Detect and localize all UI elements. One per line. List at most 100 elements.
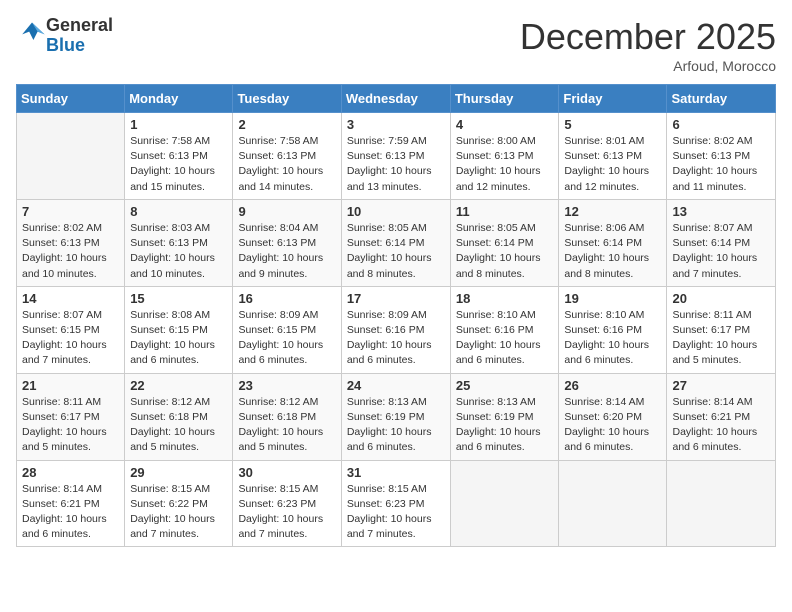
logo: General Blue <box>16 16 113 56</box>
calendar-cell: 6Sunrise: 8:02 AM Sunset: 6:13 PM Daylig… <box>667 113 776 200</box>
day-number: 8 <box>130 204 227 219</box>
calendar-day-header: Thursday <box>450 85 559 113</box>
calendar-cell: 22 Sunrise: 8:12 AM Sunset: 6:18 PM Dayli… <box>125 373 233 460</box>
calendar-cell: 3 Sunrise: 7:59 AM Sunset: 6:13 PM Daylig… <box>341 113 450 200</box>
day-number: 9 <box>238 204 335 219</box>
calendar-cell: 11Sunrise: 8:05 AM Sunset: 6:14 PM Dayli… <box>450 199 559 286</box>
calendar-day-header: Friday <box>559 85 667 113</box>
day-info: Sunrise: 8:10 AM Sunset: 6:16 PM Dayligh… <box>456 308 554 369</box>
calendar-cell <box>17 113 125 200</box>
day-number: 20 <box>672 291 770 306</box>
day-info: Sunrise: 8:14 AM Sunset: 6:21 PM Dayligh… <box>672 395 770 456</box>
day-number: 18 <box>456 291 554 306</box>
day-info: Sunrise: 8:00 AM Sunset: 6:13 PM Dayligh… <box>456 134 554 195</box>
calendar-cell: 26 Sunrise: 8:14 AM Sunset: 6:20 PM Dayli… <box>559 373 667 460</box>
calendar-day-header: Saturday <box>667 85 776 113</box>
day-number: 7 <box>22 204 119 219</box>
day-number: 13 <box>672 204 770 219</box>
day-info: Sunrise: 8:09 AM Sunset: 6:16 PM Dayligh… <box>347 308 445 369</box>
calendar-cell: 9 Sunrise: 8:04 AM Sunset: 6:13 PM Daylig… <box>233 199 341 286</box>
calendar-week-row: 7 Sunrise: 8:02 AM Sunset: 6:13 PM Daylig… <box>17 199 776 286</box>
month-title: December 2025 <box>520 16 776 58</box>
day-info: Sunrise: 8:13 AM Sunset: 6:19 PM Dayligh… <box>456 395 554 456</box>
calendar-header-row: SundayMondayTuesdayWednesdayThursdayFrid… <box>17 85 776 113</box>
day-number: 23 <box>238 378 335 393</box>
day-info: Sunrise: 8:01 AM Sunset: 6:13 PM Dayligh… <box>564 134 661 195</box>
calendar-cell: 12 Sunrise: 8:06 AM Sunset: 6:14 PM Dayli… <box>559 199 667 286</box>
day-info: Sunrise: 7:59 AM Sunset: 6:13 PM Dayligh… <box>347 134 445 195</box>
day-info: Sunrise: 8:10 AM Sunset: 6:16 PM Dayligh… <box>564 308 661 369</box>
calendar-cell: 29Sunrise: 8:15 AM Sunset: 6:22 PM Dayli… <box>125 460 233 547</box>
day-info: Sunrise: 8:02 AM Sunset: 6:13 PM Dayligh… <box>22 221 119 282</box>
calendar-cell: 25Sunrise: 8:13 AM Sunset: 6:19 PM Dayli… <box>450 373 559 460</box>
calendar-cell: 5 Sunrise: 8:01 AM Sunset: 6:13 PM Daylig… <box>559 113 667 200</box>
day-number: 29 <box>130 465 227 480</box>
calendar-body: 1 Sunrise: 7:58 AM Sunset: 6:13 PM Daylig… <box>17 113 776 547</box>
calendar-week-row: 28 Sunrise: 8:14 AM Sunset: 6:21 PM Dayli… <box>17 460 776 547</box>
calendar-day-header: Monday <box>125 85 233 113</box>
day-number: 24 <box>347 378 445 393</box>
calendar-cell: 30Sunrise: 8:15 AM Sunset: 6:23 PM Dayli… <box>233 460 341 547</box>
day-info: Sunrise: 8:06 AM Sunset: 6:14 PM Dayligh… <box>564 221 661 282</box>
day-number: 3 <box>347 117 445 132</box>
day-info: Sunrise: 8:03 AM Sunset: 6:13 PM Dayligh… <box>130 221 227 282</box>
calendar-cell: 1 Sunrise: 7:58 AM Sunset: 6:13 PM Daylig… <box>125 113 233 200</box>
calendar-day-header: Wednesday <box>341 85 450 113</box>
logo-bird-icon <box>18 19 46 47</box>
calendar-cell: 14 Sunrise: 8:07 AM Sunset: 6:15 PM Dayli… <box>17 286 125 373</box>
calendar-cell: 15 Sunrise: 8:08 AM Sunset: 6:15 PM Dayli… <box>125 286 233 373</box>
day-number: 19 <box>564 291 661 306</box>
day-number: 2 <box>238 117 335 132</box>
calendar-day-header: Tuesday <box>233 85 341 113</box>
calendar-cell: 13 Sunrise: 8:07 AM Sunset: 6:14 PM Dayli… <box>667 199 776 286</box>
calendar-cell: 23Sunrise: 8:12 AM Sunset: 6:18 PM Dayli… <box>233 373 341 460</box>
day-number: 28 <box>22 465 119 480</box>
day-info: Sunrise: 8:15 AM Sunset: 6:23 PM Dayligh… <box>238 482 335 543</box>
calendar-cell: 21 Sunrise: 8:11 AM Sunset: 6:17 PM Dayli… <box>17 373 125 460</box>
calendar-cell: 18 Sunrise: 8:10 AM Sunset: 6:16 PM Dayli… <box>450 286 559 373</box>
calendar-cell: 4 Sunrise: 8:00 AM Sunset: 6:13 PM Daylig… <box>450 113 559 200</box>
calendar-cell <box>559 460 667 547</box>
calendar-cell <box>667 460 776 547</box>
calendar-table: SundayMondayTuesdayWednesdayThursdayFrid… <box>16 84 776 547</box>
day-info: Sunrise: 8:05 AM Sunset: 6:14 PM Dayligh… <box>347 221 445 282</box>
day-info: Sunrise: 8:15 AM Sunset: 6:23 PM Dayligh… <box>347 482 445 543</box>
day-info: Sunrise: 8:08 AM Sunset: 6:15 PM Dayligh… <box>130 308 227 369</box>
calendar-cell: 7 Sunrise: 8:02 AM Sunset: 6:13 PM Daylig… <box>17 199 125 286</box>
day-number: 5 <box>564 117 661 132</box>
day-info: Sunrise: 8:07 AM Sunset: 6:14 PM Dayligh… <box>672 221 770 282</box>
day-info: Sunrise: 8:11 AM Sunset: 6:17 PM Dayligh… <box>22 395 119 456</box>
day-number: 4 <box>456 117 554 132</box>
day-number: 17 <box>347 291 445 306</box>
day-info: Sunrise: 8:14 AM Sunset: 6:20 PM Dayligh… <box>564 395 661 456</box>
day-info: Sunrise: 8:14 AM Sunset: 6:21 PM Dayligh… <box>22 482 119 543</box>
day-number: 1 <box>130 117 227 132</box>
day-info: Sunrise: 8:05 AM Sunset: 6:14 PM Dayligh… <box>456 221 554 282</box>
calendar-cell: 28 Sunrise: 8:14 AM Sunset: 6:21 PM Dayli… <box>17 460 125 547</box>
day-number: 6 <box>672 117 770 132</box>
calendar-cell: 24Sunrise: 8:13 AM Sunset: 6:19 PM Dayli… <box>341 373 450 460</box>
day-number: 16 <box>238 291 335 306</box>
day-info: Sunrise: 7:58 AM Sunset: 6:13 PM Dayligh… <box>130 134 227 195</box>
calendar-week-row: 21 Sunrise: 8:11 AM Sunset: 6:17 PM Dayli… <box>17 373 776 460</box>
day-info: Sunrise: 8:12 AM Sunset: 6:18 PM Dayligh… <box>130 395 227 456</box>
day-info: Sunrise: 8:11 AM Sunset: 6:17 PM Dayligh… <box>672 308 770 369</box>
calendar-cell: 16Sunrise: 8:09 AM Sunset: 6:15 PM Dayli… <box>233 286 341 373</box>
day-number: 22 <box>130 378 227 393</box>
day-number: 15 <box>130 291 227 306</box>
day-number: 14 <box>22 291 119 306</box>
title-area: December 2025 Arfoud, Morocco <box>520 16 776 74</box>
calendar-day-header: Sunday <box>17 85 125 113</box>
day-number: 27 <box>672 378 770 393</box>
calendar-cell: 19 Sunrise: 8:10 AM Sunset: 6:16 PM Dayli… <box>559 286 667 373</box>
location-subtitle: Arfoud, Morocco <box>520 58 776 74</box>
day-info: Sunrise: 7:58 AM Sunset: 6:13 PM Dayligh… <box>238 134 335 195</box>
day-number: 31 <box>347 465 445 480</box>
calendar-cell: 27 Sunrise: 8:14 AM Sunset: 6:21 PM Dayli… <box>667 373 776 460</box>
day-info: Sunrise: 8:07 AM Sunset: 6:15 PM Dayligh… <box>22 308 119 369</box>
day-number: 12 <box>564 204 661 219</box>
day-number: 21 <box>22 378 119 393</box>
day-number: 26 <box>564 378 661 393</box>
calendar-week-row: 1 Sunrise: 7:58 AM Sunset: 6:13 PM Daylig… <box>17 113 776 200</box>
day-info: Sunrise: 8:04 AM Sunset: 6:13 PM Dayligh… <box>238 221 335 282</box>
